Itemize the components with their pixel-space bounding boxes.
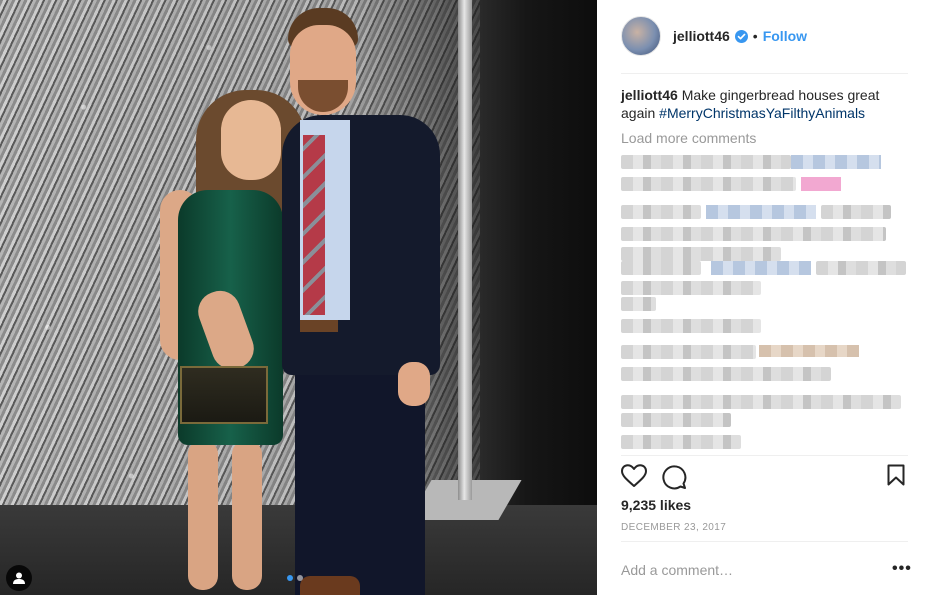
blurred-comment-line xyxy=(706,205,816,219)
user-tag-icon xyxy=(13,572,25,584)
clutch-purse xyxy=(180,366,268,424)
blurred-emoji xyxy=(801,177,841,191)
user-tag-button[interactable] xyxy=(6,565,32,591)
bookmark-icon[interactable] xyxy=(887,464,905,486)
caption: jelliott46 Make gingerbread houses great… xyxy=(621,86,906,122)
blurred-comment-line xyxy=(621,281,761,295)
man-shoe xyxy=(300,576,360,595)
add-comment-input[interactable]: Add a comment… xyxy=(621,562,733,578)
blurred-comment-line xyxy=(621,261,701,275)
post-photo[interactable] xyxy=(0,0,597,595)
follow-button[interactable]: Follow xyxy=(763,28,807,44)
blurred-comment-line xyxy=(621,297,656,311)
avatar[interactable] xyxy=(621,16,661,56)
woman-leg xyxy=(188,440,218,590)
post-header: jelliott46 • Follow xyxy=(621,16,908,56)
blurred-comment-line xyxy=(621,227,886,241)
striped-tie xyxy=(303,135,325,315)
separator-bullet: • xyxy=(752,28,758,44)
verified-badge-icon xyxy=(734,29,748,43)
metal-pole xyxy=(458,0,472,500)
footer-divider xyxy=(621,541,908,542)
carousel-dot-active xyxy=(287,575,293,581)
woman-leg xyxy=(232,440,262,590)
likes-count[interactable]: 9,235 likes xyxy=(621,497,691,513)
man-hand xyxy=(398,362,430,406)
belt xyxy=(300,320,338,332)
blurred-comment-line xyxy=(621,345,756,359)
action-bar xyxy=(621,464,908,490)
blurred-comment-line xyxy=(621,435,741,449)
blurred-comment-line xyxy=(621,177,796,191)
post-date[interactable]: DECEMBER 23, 2017 xyxy=(621,522,726,533)
more-options-button[interactable]: ••• xyxy=(892,560,912,578)
blurred-comment-line xyxy=(816,261,906,275)
blurred-comment-line xyxy=(621,413,731,427)
blurred-comment-line xyxy=(621,155,791,169)
blurred-comment-line xyxy=(621,319,761,333)
blurred-comment-line xyxy=(711,261,811,275)
comments-divider xyxy=(621,455,908,456)
blurred-comments xyxy=(621,155,911,450)
carousel-indicator xyxy=(287,575,303,581)
blurred-comment-line xyxy=(621,395,901,409)
comment-bubble-icon[interactable] xyxy=(661,464,687,490)
blurred-comment-line xyxy=(621,205,701,219)
username-link[interactable]: jelliott46 xyxy=(673,28,730,44)
caption-username[interactable]: jelliott46 xyxy=(621,87,678,103)
blurred-comment-line xyxy=(621,247,781,261)
caption-hashtag[interactable]: #MerryChristmasYaFilthyAnimals xyxy=(659,105,865,121)
load-more-comments[interactable]: Load more comments xyxy=(621,130,756,146)
carousel-dot xyxy=(297,575,303,581)
blurred-comment-line xyxy=(791,155,881,169)
woman-face xyxy=(221,100,281,180)
header-divider xyxy=(621,73,908,74)
blurred-comment-line xyxy=(759,345,859,357)
blurred-comment-line xyxy=(821,205,891,219)
heart-icon[interactable] xyxy=(621,464,647,488)
blurred-comment-line xyxy=(621,367,831,381)
post-side-panel: jelliott46 • Follow jelliott46 Make ging… xyxy=(597,0,929,595)
